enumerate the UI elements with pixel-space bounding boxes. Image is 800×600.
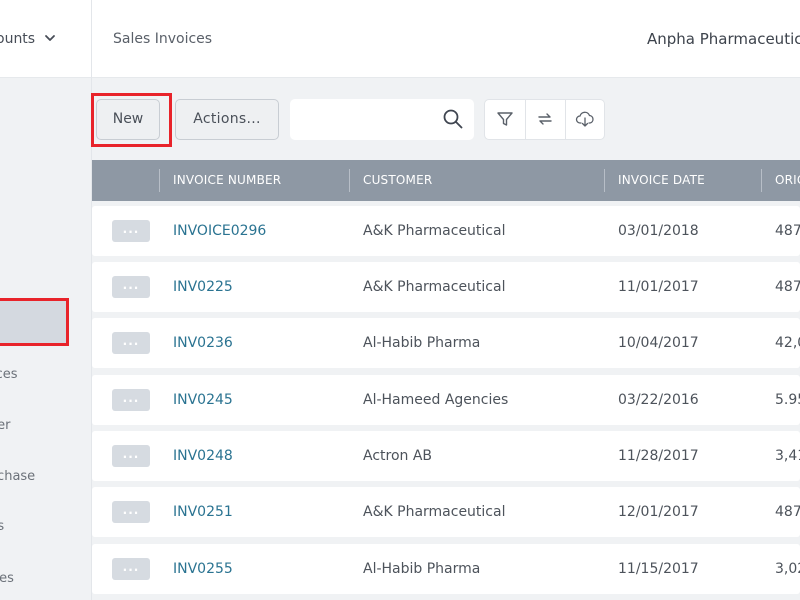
sidebar-title: ounts [0,31,36,47]
invoice-number-link[interactable]: INV0225 [173,262,233,312]
table-row[interactable]: ... INV0255 Al-Habib Pharma 11/15/2017 3… [92,544,800,594]
invoice-number-link[interactable]: INVOICE0296 [173,206,266,256]
sidebar-header[interactable]: ounts [0,0,91,78]
company-name[interactable]: Anpha Pharmaceutic [647,30,800,48]
invoice-number-link[interactable]: INV0236 [173,318,233,368]
customer-cell: Al-Hameed Agencies [363,392,509,408]
orig-cell: 3,41 [775,448,800,464]
row-menu-button[interactable]: ... [112,501,150,523]
invoice-number-link[interactable]: INV0248 [173,431,233,481]
top-header: Sales Invoices Anpha Pharmaceutic [92,0,800,78]
invoice-number-link[interactable]: INV0251 [173,487,233,537]
row-menu-button[interactable]: ... [112,389,150,411]
invoice-date-cell: 11/15/2017 [618,561,699,577]
chevron-down-icon[interactable] [44,32,56,44]
invoice-date-cell: 11/01/2017 [618,279,699,295]
invoice-date-cell: 03/01/2018 [618,223,699,239]
table-row[interactable]: ... INVOICE0296 A&K Pharmaceutical 03/01… [92,206,800,256]
table-row[interactable]: ... INV0248 Actron AB 11/28/2017 3,41 [92,431,800,481]
sidebar-item-rs[interactable]: rs [0,519,4,534]
orig-cell: 487. [775,223,800,239]
invoice-date-cell: 10/04/2017 [618,335,699,351]
customer-cell: A&K Pharmaceutical [363,504,506,520]
sidebar-item-ces[interactable]: ces [0,571,14,586]
row-menu-button[interactable]: ... [112,445,150,467]
sidebar-item-selected[interactable] [0,298,69,346]
customer-cell: A&K Pharmaceutical [363,223,506,239]
table-header: INVOICE NUMBER CUSTOMER INVOICE DATE ORI… [92,160,800,201]
swap-button[interactable] [525,100,565,139]
row-menu-button[interactable]: ... [112,558,150,580]
column-header-invoice-date[interactable]: INVOICE DATE [618,160,705,201]
row-menu-button[interactable]: ... [112,276,150,298]
customer-cell: Al-Habib Pharma [363,335,481,351]
orig-cell: 487. [775,279,800,295]
filter-icon [497,112,513,126]
column-divider [604,169,605,192]
row-menu-button[interactable]: ... [112,332,150,354]
search-input[interactable] [290,99,436,140]
new-button[interactable]: New [96,99,160,140]
cloud-download-icon [575,111,594,127]
column-divider [349,169,350,192]
column-divider [159,169,160,192]
tool-button-group [484,99,605,140]
swap-arrows-icon [538,113,552,125]
table-row[interactable]: ... INV0251 A&K Pharmaceutical 12/01/201… [92,487,800,537]
customer-cell: Actron AB [363,448,433,464]
sidebar-item-invoices[interactable]: ices [0,367,18,382]
filter-button[interactable] [485,100,525,139]
column-divider [761,169,762,192]
orig-cell: 487. [775,504,800,520]
invoice-date-cell: 11/28/2017 [618,448,699,464]
orig-cell: 5.95 [775,392,800,408]
column-header-invoice-number[interactable]: INVOICE NUMBER [173,160,281,201]
search-icon[interactable] [442,108,464,130]
table-row[interactable]: ... INV0245 Al-Hameed Agencies 03/22/201… [92,375,800,425]
row-menu-button[interactable]: ... [112,220,150,242]
column-header-orig[interactable]: ORIG [775,160,800,201]
sidebar: ounts ices ter rchase rs ces [0,0,92,600]
orig-cell: 42,0 [775,335,800,351]
table-row[interactable]: ... INV0236 Al-Habib Pharma 10/04/2017 4… [92,318,800,368]
orig-cell: 3,02 [775,561,800,577]
download-button[interactable] [565,100,605,139]
customer-cell: A&K Pharmaceutical [363,279,506,295]
actions-button[interactable]: Actions... [175,99,279,140]
invoice-number-link[interactable]: INV0245 [173,375,233,425]
sidebar-item-ter[interactable]: ter [0,418,10,433]
table-row[interactable]: ... INV0225 A&K Pharmaceutical 11/01/201… [92,262,800,312]
invoice-date-cell: 12/01/2017 [618,504,699,520]
sidebar-item-purchase[interactable]: rchase [0,469,35,484]
column-header-customer[interactable]: CUSTOMER [363,160,432,201]
invoice-number-link[interactable]: INV0255 [173,544,233,594]
customer-cell: Al-Habib Pharma [363,561,481,577]
breadcrumb[interactable]: Sales Invoices [113,31,212,47]
invoice-date-cell: 03/22/2016 [618,392,699,408]
